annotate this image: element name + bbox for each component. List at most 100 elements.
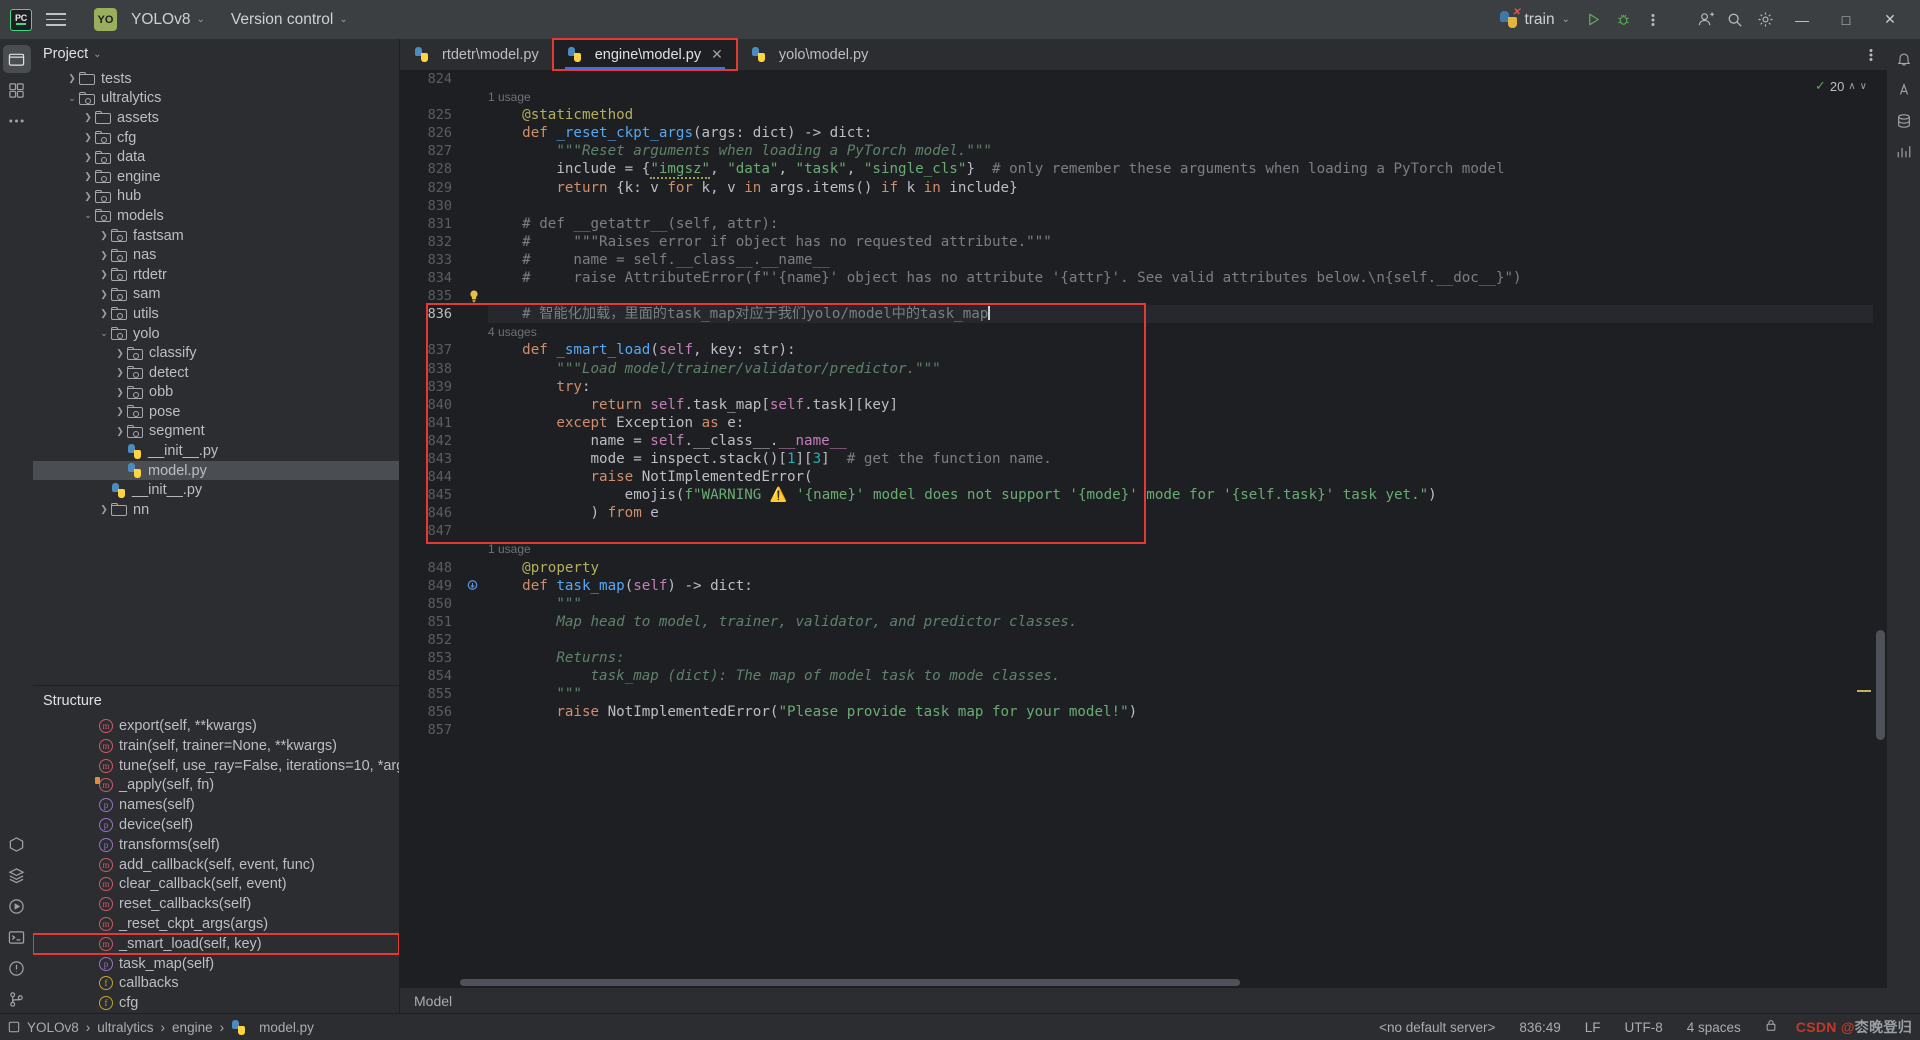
usage-hint[interactable]: 1 usage — [488, 540, 1873, 558]
tree-item-models[interactable]: ⌄ models — [33, 206, 399, 226]
project-tree[interactable]: ❯ tests ⌄ ultralytics ❯ assets ❯ cfg ❯ data ❯ engin… — [33, 69, 399, 685]
code-line[interactable]: @property — [488, 559, 1873, 577]
structure-item-_reset_ckpt_args[interactable]: m _reset_ckpt_args(args) — [33, 914, 399, 934]
structure-item-export[interactable]: m export(self, **kwargs) — [33, 716, 399, 736]
account-icon[interactable] — [1690, 5, 1720, 35]
tree-item-hub[interactable]: ❯ hub — [33, 187, 399, 207]
sidebar-item-more[interactable] — [3, 107, 31, 135]
code-line[interactable]: # 智能化加载，里面的task_map对应于我们yolo/model中的task… — [488, 305, 1873, 324]
sidebar-item-structure[interactable] — [3, 861, 31, 889]
code-line[interactable] — [488, 522, 1873, 540]
maximize-button[interactable]: □ — [1824, 0, 1868, 39]
code-line[interactable]: # raise AttributeError(f"'{name}' object… — [488, 269, 1873, 287]
chevron-down-icon[interactable]: ⌄ — [65, 93, 79, 104]
overridden-method-icon[interactable] — [466, 579, 480, 593]
sidebar-item-python-packages[interactable] — [3, 830, 31, 858]
version-control-menu[interactable]: Version control ⌄ — [223, 8, 356, 32]
status-crumb-1[interactable]: engine — [172, 1020, 213, 1035]
tree-item-utils[interactable]: ❯ utils — [33, 304, 399, 324]
status-encoding[interactable]: UTF-8 — [1619, 1018, 1667, 1037]
code-line[interactable]: ) from e — [488, 504, 1873, 522]
chevron-right-icon[interactable]: ❯ — [97, 269, 111, 280]
code-line[interactable]: raise NotImplementedError("Please provid… — [488, 703, 1873, 721]
structure-item-clear_callback[interactable]: m clear_callback(self, event) — [33, 874, 399, 894]
structure-item-_smart_load[interactable]: m _smart_load(self, key) — [33, 932, 399, 955]
status-line-separator[interactable]: LF — [1580, 1018, 1606, 1037]
usage-hint[interactable]: 1 usage — [488, 88, 1873, 106]
tree-item-rtdetr[interactable]: ❯ rtdetr — [33, 265, 399, 285]
chevron-down-icon[interactable]: ∨ — [1860, 81, 1867, 92]
chevron-up-icon[interactable]: ∧ — [1848, 81, 1855, 92]
code-line[interactable]: return self.task_map[self.task][key] — [488, 396, 1873, 414]
tree-item-model-py[interactable]: model.py — [33, 460, 399, 481]
search-icon[interactable] — [1720, 5, 1750, 35]
status-caret-position[interactable]: 836:49 — [1514, 1018, 1565, 1037]
code-line[interactable]: return {k: v for k, v in args.items() if… — [488, 179, 1873, 197]
status-project-path[interactable]: YOLOv8 › ultralytics › engine › model.py — [8, 1019, 314, 1035]
structure-item-tune[interactable]: m tune(self, use_ray=False, iterations=10… — [33, 756, 399, 776]
status-indent[interactable]: 4 spaces — [1682, 1018, 1746, 1037]
tree-item-yolo[interactable]: ⌄ yolo — [33, 324, 399, 344]
tree-item-nn[interactable]: ❯ nn — [33, 500, 399, 520]
tree-item-detect[interactable]: ❯ detect — [33, 363, 399, 383]
chevron-right-icon[interactable]: ❯ — [81, 191, 95, 202]
code-line[interactable]: """ — [488, 685, 1873, 703]
structure-panel-header[interactable]: Structure — [33, 686, 399, 716]
tree-item---init---py[interactable]: __init__.py — [33, 480, 399, 500]
structure-list[interactable]: m export(self, **kwargs) m train(self, trai… — [33, 716, 399, 1013]
minimize-button[interactable]: — — [1780, 0, 1824, 39]
editor-tab-engine-model-py[interactable]: engine\model.py ✕ — [551, 38, 738, 71]
chevron-right-icon[interactable]: ❯ — [97, 289, 111, 300]
debug-icon[interactable] — [1608, 5, 1638, 35]
chevron-right-icon[interactable]: ❯ — [113, 367, 127, 378]
structure-item-transforms[interactable]: p transforms(self) — [33, 835, 399, 855]
more-vertical-icon[interactable] — [1638, 5, 1668, 35]
editor-options-icon[interactable] — [1855, 39, 1887, 70]
chevron-right-icon[interactable]: ❯ — [97, 504, 111, 515]
sidebar-item-problems[interactable] — [3, 954, 31, 982]
project-selector[interactable]: YO YOLOv8 ⌄ — [86, 5, 213, 34]
code-line[interactable]: include = {"imgsz", "data", "task", "sin… — [488, 160, 1873, 180]
tree-item-classify[interactable]: ❯ classify — [33, 343, 399, 363]
horizontal-scrollbar[interactable] — [400, 978, 1887, 988]
main-menu-icon[interactable] — [46, 10, 68, 30]
code-line[interactable] — [488, 197, 1873, 215]
editor-tab-yolo-model-py[interactable]: yolo\model.py — [737, 39, 882, 70]
code-line[interactable]: """Load model/trainer/validator/predicto… — [488, 360, 1873, 378]
structure-item-_apply[interactable]: m _apply(self, fn) — [33, 775, 399, 795]
chevron-right-icon[interactable]: ❯ — [81, 152, 95, 163]
tree-item-pose[interactable]: ❯ pose — [33, 402, 399, 422]
chevron-right-icon[interactable]: ❯ — [113, 348, 127, 359]
code-line[interactable]: raise NotImplementedError( — [488, 468, 1873, 486]
close-icon[interactable]: ✕ — [711, 46, 723, 63]
code-line[interactable]: Returns: — [488, 649, 1873, 667]
code-line[interactable]: # def __getattr__(self, attr): — [488, 215, 1873, 233]
code-line[interactable]: def task_map(self) -> dict: — [488, 577, 1873, 595]
editor-tab-rtdetr-model-py[interactable]: rtdetr\model.py — [400, 39, 553, 70]
inspection-widget[interactable]: ✓ 20 ∧ ∨ — [1815, 78, 1867, 94]
sidebar-item-terminal[interactable] — [3, 923, 31, 951]
structure-item-reset_callbacks[interactable]: m reset_callbacks(self) — [33, 894, 399, 914]
structure-item-task_map[interactable]: p task_map(self) — [33, 954, 399, 974]
tree-item-ultralytics[interactable]: ⌄ ultralytics — [33, 89, 399, 109]
code-line[interactable]: def _reset_ckpt_args(args: dict) -> dict… — [488, 124, 1873, 142]
tree-item---init---py[interactable]: __init__.py — [33, 441, 399, 461]
code-line[interactable]: # """Raises error if object has no reque… — [488, 233, 1873, 251]
usage-hint[interactable]: 4 usages — [488, 323, 1873, 341]
tree-item-obb[interactable]: ❯ obb — [33, 383, 399, 403]
code-line[interactable] — [488, 631, 1873, 649]
tree-item-assets[interactable]: ❯ assets — [33, 108, 399, 128]
chevron-right-icon[interactable]: ❯ — [97, 230, 111, 241]
annotation-gutter[interactable] — [460, 70, 488, 978]
close-button[interactable]: ✕ — [1868, 0, 1912, 39]
tree-item-segment[interactable]: ❯ segment — [33, 422, 399, 442]
sidebar-item-project[interactable] — [2, 45, 31, 73]
chevron-right-icon[interactable]: ❯ — [81, 112, 95, 123]
status-crumb-2[interactable]: model.py — [259, 1020, 314, 1035]
chevron-right-icon[interactable]: ❯ — [97, 308, 111, 319]
chevron-down-icon[interactable]: ⌄ — [97, 328, 111, 339]
structure-item-names[interactable]: p names(self) — [33, 795, 399, 815]
run-icon[interactable] — [1578, 5, 1608, 35]
code-line[interactable]: mode = inspect.stack()[1][3] # get the f… — [488, 450, 1873, 468]
chevron-right-icon[interactable]: ❯ — [113, 387, 127, 398]
